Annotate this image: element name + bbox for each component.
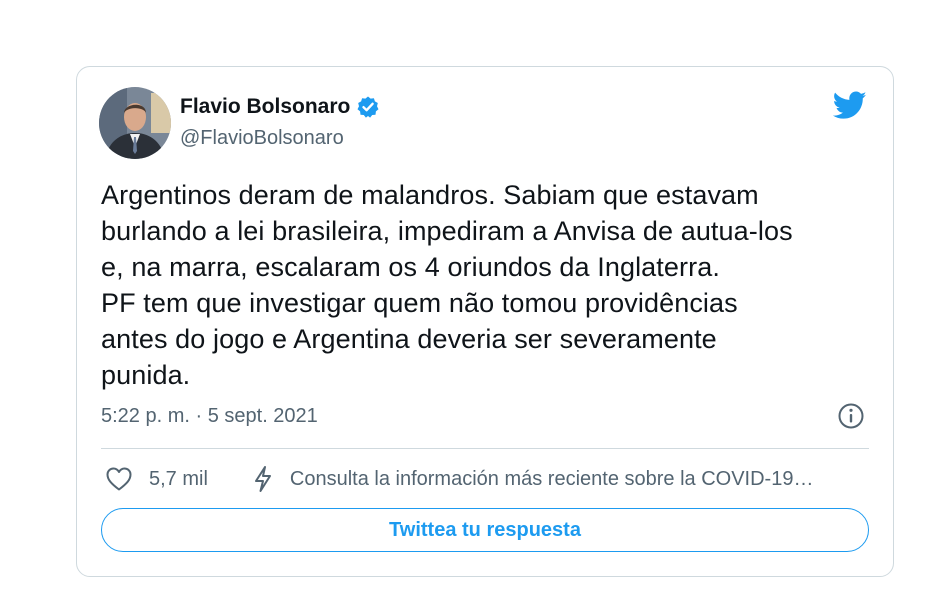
- lightning-bolt-icon: [252, 465, 274, 493]
- author-handle[interactable]: @FlavioBolsonaro: [180, 125, 344, 151]
- tweet-timestamp[interactable]: 5:22 p. m. · 5 sept. 2021: [101, 403, 318, 429]
- reply-button-label: Twittea tu respuesta: [389, 518, 581, 541]
- divider: [101, 448, 869, 449]
- twitter-bird-icon[interactable]: [832, 91, 867, 121]
- info-icon[interactable]: [837, 402, 865, 430]
- tweet-text: Argentinos deram de malandros. Sabiam qu…: [101, 180, 793, 390]
- reply-button[interactable]: Twittea tu respuesta: [101, 508, 869, 552]
- avatar[interactable]: [99, 87, 171, 159]
- heart-icon[interactable]: [105, 466, 133, 492]
- tweet-actions-bar: 5,7 mil Consulta la información más reci…: [105, 464, 869, 494]
- covid-info-link[interactable]: Consulta la información más reciente sob…: [290, 468, 814, 491]
- verified-badge-icon: [356, 95, 380, 119]
- tweet-card: Flavio Bolsonaro @FlavioBolsonaro Argent…: [76, 66, 894, 577]
- author-name-row[interactable]: Flavio Bolsonaro: [180, 94, 380, 120]
- author-display-name[interactable]: Flavio Bolsonaro: [180, 94, 350, 120]
- like-count[interactable]: 5,7 mil: [149, 468, 208, 491]
